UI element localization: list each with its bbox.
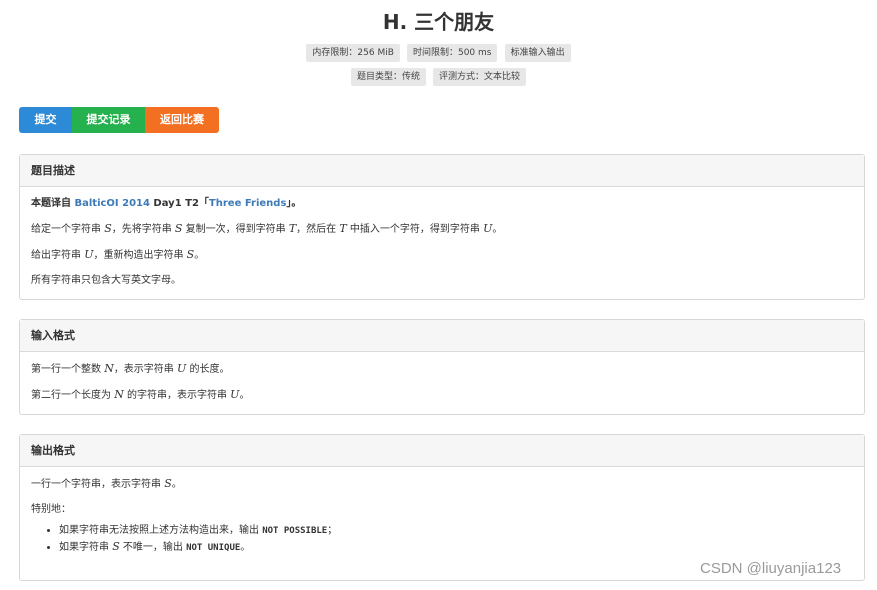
- output-format-heading: 输出格式: [20, 435, 864, 467]
- input-format-panel: 输入格式 第一行一个整数 N，表示字符串 U 的长度。 第二行一个长度为 N 的…: [19, 319, 865, 415]
- text: ，表示字符串: [113, 364, 177, 375]
- text: 的字符串，表示字符串: [123, 390, 231, 401]
- text: 。: [194, 250, 205, 261]
- text: ，先将字符串: [111, 224, 175, 235]
- description-panel: 题目描述 本题译自 BalticOI 2014 Day1 T2「Three Fr…: [19, 154, 865, 300]
- math-var-n: N: [114, 388, 124, 401]
- problem-title: H. 三个朋友: [382, 10, 495, 34]
- text: ，重新构造出字符串: [93, 250, 187, 261]
- text: 如果字符串无法按照上述方法构造出来，输出: [59, 525, 263, 536]
- output-line-1: 一行一个字符串，表示字符串 S。: [31, 477, 853, 492]
- math-var-s: S: [104, 222, 112, 235]
- output-format-body: 一行一个字符串，表示字符串 S。 特别地： 如果字符串无法按照上述方法构造出来，…: [20, 467, 864, 555]
- text: 。: [171, 479, 182, 490]
- text: 第一行一个整数: [31, 364, 105, 375]
- text: ；: [327, 525, 338, 536]
- math-var-t: T: [339, 222, 347, 235]
- time-limit-badge: 时间限制：500 ms: [406, 44, 498, 62]
- intro-line: 本题译自 BalticOI 2014 Day1 T2「Three Friends…: [31, 197, 853, 211]
- text: 第二行一个长度为: [31, 390, 115, 401]
- intro-suffix: 」。: [286, 198, 302, 209]
- description-line-2: 给定一个字符串 S，先将字符串 S 复制一次，得到字符串 T，然后在 T 中插入…: [31, 222, 853, 237]
- text: 。: [239, 390, 250, 401]
- limits-badges: 内存限制：256 MiB 时间限制：500 ms 标准输入输出: [0, 40, 877, 62]
- description-line-3: 给出字符串 U，重新构造出字符串 S。: [31, 248, 853, 263]
- judge-method-badge: 评测方式：文本比较: [433, 68, 527, 86]
- submission-records-button[interactable]: 提交记录: [72, 107, 145, 133]
- text: 复制一次，得到字符串: [182, 224, 289, 235]
- special-cases-list: 如果字符串无法按照上述方法构造出来，输出 NOT POSSIBLE； 如果字符串…: [31, 524, 853, 555]
- math-var-n: N: [104, 362, 114, 375]
- intro-prefix: 本题译自: [31, 198, 75, 209]
- text: 的长度。: [186, 364, 230, 375]
- problem-type-badge: 题目类型：传统: [350, 68, 426, 86]
- type-badges: 题目类型：传统 评测方式：文本比较: [0, 64, 877, 86]
- action-buttons: 提交 提交记录 返回比赛: [19, 107, 219, 133]
- math-var-s: S: [164, 477, 172, 490]
- text: 。: [492, 224, 503, 235]
- input-format-body: 第一行一个整数 N，表示字符串 U 的长度。 第二行一个长度为 N 的字符串，表…: [20, 352, 864, 403]
- three-friends-link[interactable]: Three Friends: [209, 198, 286, 209]
- math-var-u: U: [177, 362, 187, 375]
- list-item: 如果字符串 S 不唯一，输出 NOT UNIQUE。: [59, 540, 853, 555]
- text: 给定一个字符串: [31, 224, 105, 235]
- math-var-s: S: [112, 540, 120, 553]
- csdn-watermark: CSDN @liuyanjia123: [700, 560, 842, 577]
- text: 给出字符串: [31, 250, 85, 261]
- text: 不唯一，输出: [119, 542, 187, 553]
- description-line-4: 所有字符串只包含大写英文字母。: [31, 275, 181, 286]
- input-format-heading: 输入格式: [20, 320, 864, 352]
- back-to-contest-button[interactable]: 返回比赛: [145, 107, 219, 133]
- text: 如果字符串: [59, 542, 113, 553]
- code-not-unique: NOT UNIQUE: [186, 543, 241, 553]
- submit-button[interactable]: 提交: [19, 107, 72, 133]
- intro-mid: Day1 T2「: [149, 198, 209, 209]
- code-not-possible: NOT POSSIBLE: [262, 526, 328, 536]
- math-var-u: U: [483, 222, 493, 235]
- text: 一行一个字符串，表示字符串: [31, 479, 165, 490]
- balticoi-link[interactable]: BalticOI 2014: [74, 198, 149, 209]
- output-format-panel: 输出格式 一行一个字符串，表示字符串 S。 特别地： 如果字符串无法按照上述方法…: [19, 434, 865, 581]
- input-line-2: 第二行一个长度为 N 的字符串，表示字符串 U。: [31, 388, 853, 403]
- memory-limit-badge: 内存限制：256 MiB: [306, 44, 400, 62]
- special-note: 特别地：: [31, 504, 71, 515]
- text: 。: [240, 542, 251, 553]
- text: 中插入一个字符，得到字符串: [346, 224, 484, 235]
- input-line-1: 第一行一个整数 N，表示字符串 U 的长度。: [31, 362, 853, 377]
- io-badge: 标准输入输出: [504, 44, 571, 62]
- description-heading: 题目描述: [20, 155, 864, 187]
- list-item: 如果字符串无法按照上述方法构造出来，输出 NOT POSSIBLE；: [59, 524, 853, 538]
- text: ，然后在: [296, 224, 340, 235]
- description-body: 本题译自 BalticOI 2014 Day1 T2「Three Friends…: [20, 187, 864, 288]
